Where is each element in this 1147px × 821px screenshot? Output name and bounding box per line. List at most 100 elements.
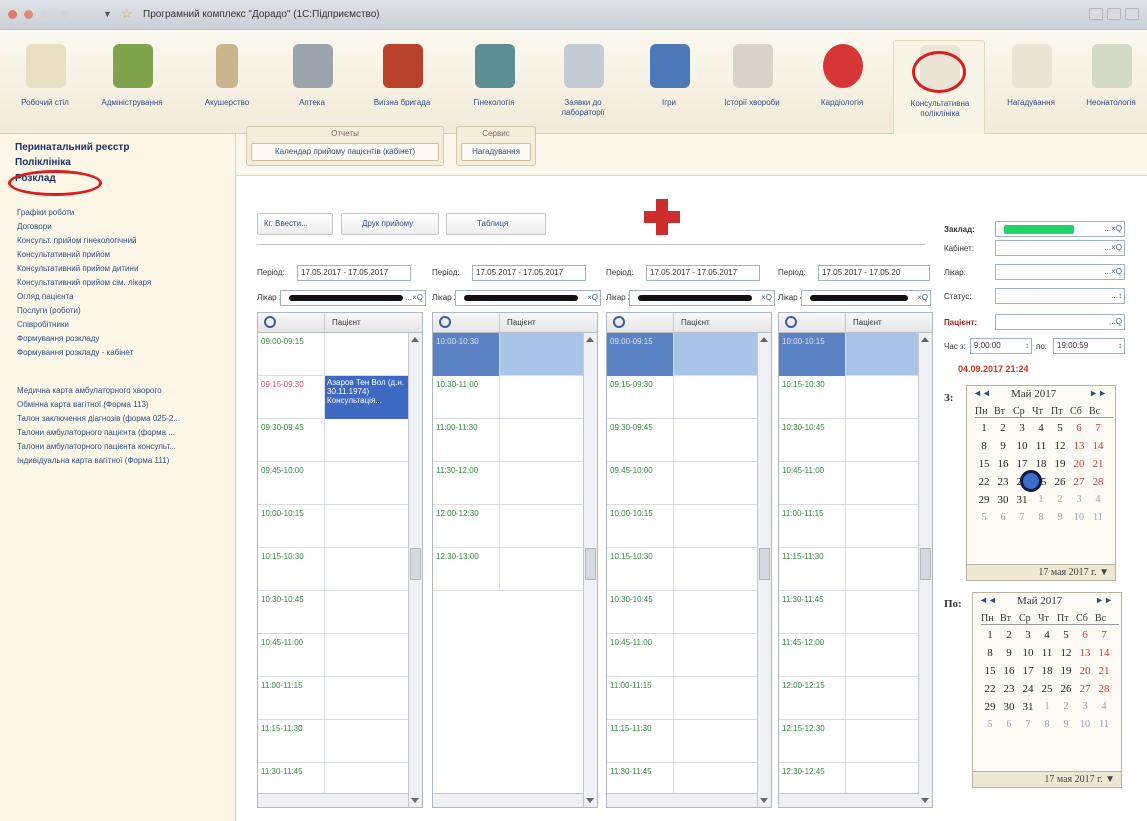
calendar-day[interactable]: 11: [1032, 440, 1050, 452]
nav-item[interactable]: Формування розкладу - кабінет: [17, 348, 133, 357]
calendar-day[interactable]: 22: [981, 683, 999, 695]
calendar-day[interactable]: 2: [1057, 701, 1075, 712]
nav-item[interactable]: Консультативний прийом: [17, 250, 110, 259]
calendar-day[interactable]: 4: [1089, 494, 1107, 505]
calendar-day[interactable]: 11: [1095, 719, 1113, 730]
calendar-day[interactable]: 30: [1000, 701, 1018, 713]
calendar-day[interactable]: 19: [1051, 458, 1069, 470]
calendar-day[interactable]: 10: [1019, 647, 1037, 659]
calendar-day[interactable]: 15: [981, 665, 999, 677]
time-slot[interactable]: 09:00-09:15: [258, 333, 408, 376]
calendar-day[interactable]: 8: [1032, 512, 1050, 523]
calendar-footer[interactable]: 17 мая 2017 г. ▼: [967, 564, 1115, 580]
history-icon[interactable]: [60, 10, 69, 19]
calendar-day[interactable]: 3: [1013, 422, 1031, 434]
time-slot[interactable]: 10:00-10:15: [607, 505, 757, 548]
calendar-day[interactable]: 15: [975, 458, 993, 470]
nav-item[interactable]: Медична карта амбулаторного хворого: [17, 386, 162, 395]
section-games[interactable]: Ігри: [628, 40, 710, 130]
time-slot[interactable]: 10:45-11:00: [779, 462, 919, 505]
cabinet-field[interactable]: ...×Q: [995, 240, 1125, 256]
time-slot[interactable]: 11:15-11:30: [779, 548, 919, 591]
time-slot-selected[interactable]: 10:00-10:30: [433, 333, 583, 376]
calendar-day[interactable]: 1: [975, 422, 993, 434]
calendar-day[interactable]: 6: [1000, 719, 1018, 730]
section-case-histories[interactable]: Історії хвороби: [711, 40, 793, 130]
appointment-cell[interactable]: Азаров Тен Вол (д.н. 30.11.1974) Консуль…: [325, 376, 409, 419]
calendar-day[interactable]: 28: [1089, 476, 1107, 488]
nav-item[interactable]: Консультативний прийом сім. лікаря: [17, 278, 151, 287]
time-slot[interactable]: 10:15-10:30: [258, 548, 408, 591]
calendar-day[interactable]: 18: [1032, 458, 1050, 470]
nav-item[interactable]: Графіки роботи: [17, 208, 74, 217]
time-slot[interactable]: 11:00-11:15: [607, 677, 757, 720]
doctor-field[interactable]: ...×Q: [280, 290, 426, 306]
calendar-day[interactable]: 9: [994, 440, 1012, 452]
calendar-day[interactable]: 31: [1013, 494, 1031, 506]
calendar-day[interactable]: 13: [1076, 647, 1094, 659]
calendar-day[interactable]: 5: [1057, 629, 1075, 641]
nav-perinatal-registry[interactable]: Перинатальний реєстр: [15, 142, 129, 153]
nav-item[interactable]: Консульт. прийом гінекологічний: [17, 236, 137, 245]
calendar-day[interactable]: 14: [1089, 440, 1107, 452]
time-slot[interactable]: 11:00-11:15: [779, 505, 919, 548]
calendar-day[interactable]: 27: [1070, 476, 1088, 488]
calendar-day[interactable]: 22: [975, 476, 993, 488]
time-slot[interactable]: 10:30-10:45: [779, 419, 919, 462]
section-cardiology[interactable]: Кардіологія: [801, 40, 883, 130]
calendar-day[interactable]: 11: [1089, 512, 1107, 523]
period-field[interactable]: 17.05.2017 - 17.05.2017: [472, 265, 586, 281]
nav-item[interactable]: Обмінна карта вагітної (Форма 113): [17, 400, 149, 409]
horizontal-scrollbar[interactable]: [779, 793, 919, 807]
section-gynecology[interactable]: Гінекологія: [453, 40, 535, 130]
calendar-day[interactable]: 7: [1019, 719, 1037, 730]
calendar-day[interactable]: 17: [1019, 665, 1037, 677]
nav-item[interactable]: Індивідуальна карта вагітної (Форма 111): [17, 456, 169, 465]
nav-item[interactable]: Формування розкладу: [17, 334, 99, 343]
selected-day[interactable]: [1020, 470, 1042, 492]
section-obstetrics[interactable]: Акушерство: [186, 40, 268, 130]
time-slot-selected[interactable]: 09:00-09:15: [607, 333, 757, 376]
next-month-button[interactable]: ►►: [1095, 595, 1113, 605]
period-field[interactable]: 17.05.2017 - 17.05.2017: [297, 265, 411, 281]
facility-field[interactable]: ...×Q: [995, 221, 1125, 237]
nav-item[interactable]: Талон заключення діагнозів (форма 025-2.…: [17, 414, 180, 423]
calendar-day[interactable]: 2: [1051, 494, 1069, 505]
time-slot[interactable]: 09:15-09:30: [607, 376, 757, 419]
horizontal-scrollbar[interactable]: [433, 793, 583, 807]
calendar-day[interactable]: 26: [1057, 683, 1075, 695]
status-field[interactable]: ...↕: [995, 288, 1125, 304]
calendar-day[interactable]: 7: [1089, 422, 1107, 434]
favorites-icon[interactable]: ☆: [121, 6, 133, 22]
patient-field[interactable]: ...Q: [995, 314, 1125, 330]
calendar-day[interactable]: 2: [994, 422, 1012, 434]
calendar-day[interactable]: 3: [1070, 494, 1088, 505]
vertical-scrollbar[interactable]: [918, 333, 932, 807]
nav-polyclinic[interactable]: Поліклініка: [15, 157, 71, 168]
info-icon[interactable]: [1089, 8, 1103, 20]
enter-button[interactable]: Кг. Ввести...: [257, 213, 333, 235]
calendar-day[interactable]: 25: [1038, 683, 1056, 695]
nav-item[interactable]: Огляд пацієнта: [17, 292, 74, 301]
time-slot[interactable]: 10:00-10:15: [258, 505, 408, 548]
period-field[interactable]: 17.05.2017 - 17.05.20: [818, 265, 930, 281]
calendar-day[interactable]: 27: [1076, 683, 1094, 695]
calendar-day[interactable]: 6: [1076, 629, 1094, 641]
calendar-day[interactable]: 8: [975, 440, 993, 452]
calendar-day[interactable]: 5: [981, 719, 999, 730]
section-lab-requests[interactable]: Заявки до лабораторії: [542, 40, 624, 130]
time-slot[interactable]: 10:45-11:00: [607, 634, 757, 677]
calendar-day[interactable]: 7: [1013, 512, 1031, 523]
nav-item[interactable]: Талони амбулаторного пацієнта (форма ...: [17, 428, 175, 437]
vertical-scrollbar[interactable]: [757, 333, 771, 807]
calendar-day[interactable]: 6: [1070, 422, 1088, 434]
prev-month-button[interactable]: ◄◄: [973, 388, 991, 398]
calendar-day[interactable]: 7: [1095, 629, 1113, 641]
section-neonatology[interactable]: Неонатологія: [1070, 40, 1147, 130]
time-slot[interactable]: 11:15-11:30: [258, 720, 408, 763]
calendar-day[interactable]: 19: [1057, 665, 1075, 677]
calendar-day[interactable]: 8: [1038, 719, 1056, 730]
patient-calendar-button[interactable]: Календар прийому пацієнтів (кабінет): [251, 143, 439, 161]
time-slot[interactable]: 11:30-12:00: [433, 462, 583, 505]
calendar-day[interactable]: 28: [1095, 683, 1113, 695]
